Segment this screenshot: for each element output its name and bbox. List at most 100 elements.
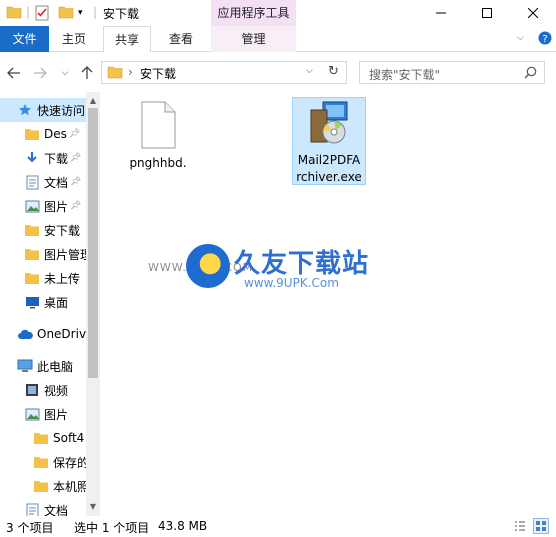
file-item[interactable]: pnghhbd. [121,98,195,188]
video-icon [24,382,40,398]
nav-desktop-pinned[interactable]: Des 📌︎ [0,122,86,146]
pin-icon: 📌︎ [70,201,82,211]
selection-count: 选中 1 个项目 [74,521,150,535]
folder-icon [24,126,40,142]
breadcrumb-current[interactable]: 安下载 [140,65,176,82]
navigation-pane: 快速访问 Des📌︎ 下载📌︎ 文档📌︎ 图片📌︎ 安下载 图片管理 未上传 桌… [0,92,100,516]
installer-icon [307,100,351,149]
nav-label: 图片 [44,199,69,214]
tab-file[interactable]: 文件 [0,26,49,52]
nav-label: 视频 [44,383,69,398]
nav-documents-pc[interactable]: 文档 [0,498,86,516]
nav-anxiazai[interactable]: 安下载 [0,218,86,242]
blank-file-icon [139,101,177,152]
nav-documents[interactable]: 文档 📌︎ [0,170,86,194]
watermark-url: www.9UPK.Com [244,276,339,290]
cloud-icon [17,326,33,342]
nav-saved[interactable]: 保存的 [0,450,86,474]
nav-label: 未上传 [44,271,81,286]
customize-toolbar-icon[interactable]: ▾ [78,8,83,18]
details-view-icon[interactable] [512,518,528,534]
nav-label: 图片 [44,407,69,422]
nav-scrollbar[interactable]: ▲ ▼ [86,92,100,516]
nav-camera-roll[interactable]: 本机照 [0,474,86,498]
nav-label: 图片管理 [44,247,86,262]
nav-desktop[interactable]: 桌面 [0,290,86,314]
status-bar: 3 个项目 选中 1 个项目 43.8 MB [0,516,556,537]
address-bar[interactable]: › 安下载 ⌵ ↻ [101,61,347,84]
ribbon-tabs: 文件 主页 共享 查看 管理 ⌵ ? [0,26,556,53]
nav-not-uploaded[interactable]: 未上传 [0,266,86,290]
search-input[interactable]: 搜索"安下载" [369,66,440,83]
scroll-down-icon[interactable]: ▼ [86,500,100,514]
file-name: Mail2PDFArchiver.exe [296,153,362,184]
nav-label: 本机照 [53,479,86,494]
folder-icon [33,454,49,470]
file-item-selected[interactable]: Mail2PDFArchiver.exe [292,97,366,185]
nav-downloads[interactable]: 下载 📌︎ [0,146,86,170]
help-icon[interactable]: ? [538,31,552,48]
nav-pictures-pinned[interactable]: 图片 📌︎ [0,194,86,218]
forward-button[interactable] [31,64,49,82]
address-row: ⌵ › 安下载 ⌵ ↻ 搜索"安下载" [0,52,556,92]
nav-label: 文档 [44,175,69,190]
item-count: 3 个项目 [6,521,54,535]
document-icon [24,502,40,516]
nav-picture-manager[interactable]: 图片管理 [0,242,86,266]
folder-icon [107,65,123,82]
selection-size: 43.8 MB [158,519,208,533]
pictures-icon [24,198,40,214]
nav-videos[interactable]: 视频 [0,378,86,402]
folder-icon [24,270,40,286]
file-name: pnghhbd. [129,156,187,170]
pin-icon: 📌︎ [70,153,82,163]
nav-label: Des [44,127,67,141]
nav-quick-access[interactable]: 快速访问 [0,98,86,122]
watermark: WWW.9UPK.COM 久友下载站 www.9UPK.Com [148,242,378,294]
search-box[interactable]: 搜索"安下载" [359,61,545,84]
folder-icon [24,246,40,262]
scroll-thumb[interactable] [88,108,98,378]
refresh-icon[interactable]: ↻ [328,64,339,79]
tab-home[interactable]: 主页 [53,26,95,52]
address-dropdown-icon[interactable]: ⌵ [306,66,313,76]
tab-manage[interactable]: 管理 [211,26,296,52]
svg-text:?: ? [542,34,547,45]
maximize-button[interactable] [464,0,510,26]
scroll-up-icon[interactable]: ▲ [86,94,100,108]
minimize-button[interactable] [418,0,464,26]
recent-locations-chevron-icon[interactable]: ⌵ [56,64,74,82]
nav-label: 此电脑 [37,359,74,374]
close-button[interactable] [510,0,556,26]
folder-icon [33,478,49,494]
context-tab-group-label: 应用程序工具 [211,0,296,26]
folder-icon [6,5,22,22]
breadcrumb-chevron-icon[interactable]: › [128,65,133,79]
back-button[interactable] [5,64,23,82]
nav-label: Soft4 [53,431,85,445]
tab-share[interactable]: 共享 [103,26,151,53]
nav-label: OneDrive [37,327,86,341]
star-icon [17,102,33,118]
pictures-icon [24,406,40,422]
tab-view[interactable]: 查看 [158,26,204,52]
file-list: pnghhbd. Mail2PDFArchiver.exe [101,92,556,516]
pin-icon: 📌︎ [70,177,82,187]
nav-label: 安下载 [44,223,81,238]
nav-label: 保存的 [53,455,86,470]
nav-soft4[interactable]: Soft4 [0,426,86,450]
nav-label: 下载 [44,151,69,166]
up-button[interactable] [78,64,96,82]
title-bar: | ▾ | 安下载 应用程序工具 [0,0,556,26]
computer-icon [17,358,33,374]
nav-onedrive[interactable]: OneDrive [0,322,86,346]
chevron-down-icon[interactable]: ⌵ [517,33,524,43]
search-icon[interactable] [524,66,537,82]
new-folder-icon[interactable] [58,5,74,22]
large-icons-view-icon[interactable] [533,518,549,534]
properties-icon[interactable] [35,5,49,24]
desktop-icon [24,294,40,310]
nav-this-pc[interactable]: 此电脑 [0,354,86,378]
separator: | [93,5,98,19]
nav-pictures[interactable]: 图片 [0,402,86,426]
